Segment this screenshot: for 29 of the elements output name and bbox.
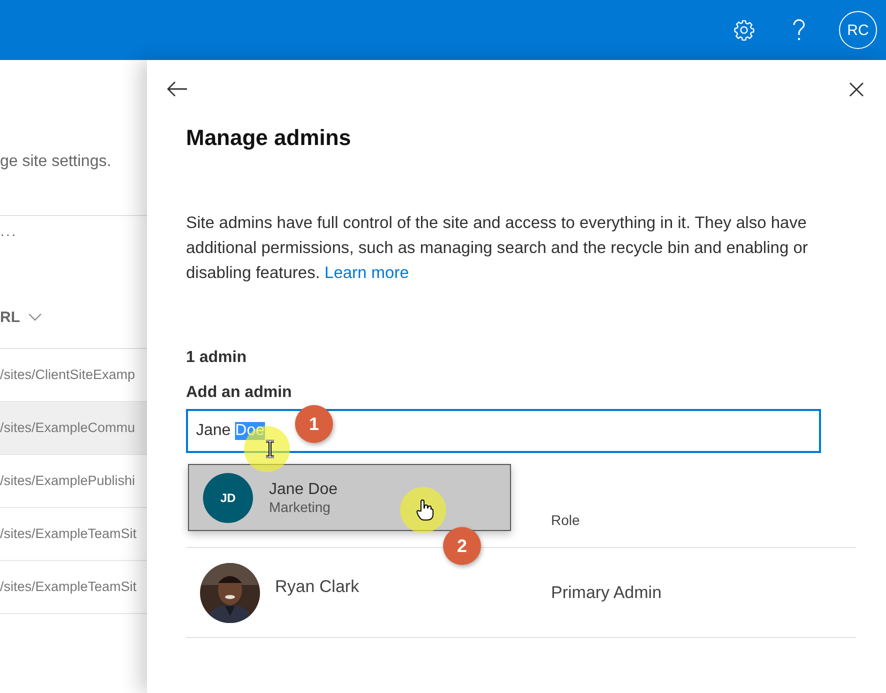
hand-cursor-icon: [416, 499, 434, 521]
panel-title: Manage admins: [186, 125, 352, 151]
settings-icon[interactable]: [733, 19, 755, 41]
admin-name: Ryan Clark: [275, 576, 360, 596]
site-url-row[interactable]: /sites/ExampleTeamSit: [0, 508, 147, 561]
page-description: ge site settings.: [0, 153, 147, 216]
chevron-down-icon[interactable]: [28, 312, 42, 322]
suggestion-name: Jane Doe: [269, 480, 338, 498]
panel-description: Site admins have full control of the site and access to everything in it. They also have additional permissions, such as managing search and the recycle bin and enabling or disabling features. Learn more: [186, 213, 809, 284]
help-icon[interactable]: [792, 19, 806, 41]
suggestion-item[interactable]: JD Jane Doe Marketing: [188, 464, 511, 531]
learn-more-link[interactable]: Learn more: [324, 264, 409, 282]
site-url-row[interactable]: /sites/ExamplePublishi: [0, 455, 147, 508]
site-url-row[interactable]: /sites/ExampleTeamSit: [0, 561, 147, 614]
column-header[interactable]: Role: [551, 512, 580, 528]
text-cursor-icon: [265, 440, 275, 458]
more-link[interactable]: ···: [0, 226, 147, 286]
admin-count: 1 admin: [186, 349, 248, 367]
column-header[interactable]: RL: [0, 308, 20, 326]
field-label: Add an admin: [186, 384, 293, 402]
step-badge: 1: [295, 405, 333, 443]
admin-role: Primary Admin: [551, 582, 662, 602]
step-badge: 2: [443, 527, 481, 565]
suggestion-department: Marketing: [269, 498, 332, 514]
back-arrow-icon[interactable]: [166, 81, 188, 97]
close-icon[interactable]: [849, 82, 864, 96]
site-url-row[interactable]: /sites/ExampleCommu: [0, 402, 147, 455]
user-avatar[interactable]: RC: [839, 11, 877, 49]
initials-avatar: JD: [203, 472, 253, 522]
